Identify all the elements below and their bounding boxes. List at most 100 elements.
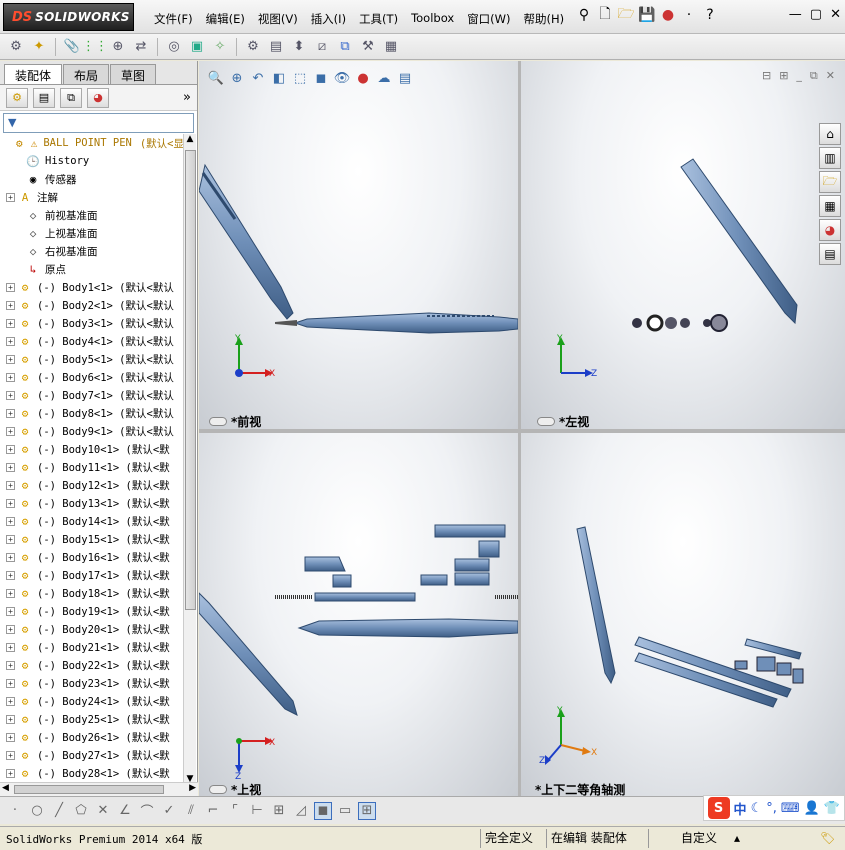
linear-pattern-icon[interactable]: ⋮⋮ — [82, 37, 108, 57]
tree-item-body[interactable]: + ⚙ (-) Body10<1> (默认<默 — [0, 440, 184, 458]
solidworks-logo[interactable]: DS SOLIDWORKS — [3, 3, 134, 31]
viewport-top[interactable]: X Z *上视 — [199, 433, 518, 796]
link-views-icon[interactable] — [209, 785, 227, 794]
tree-item-body[interactable]: + ⚙ (-) Body17<1> (默认<默 — [0, 566, 184, 584]
viewport-left[interactable]: ⊟ ⊞ _ ⧉ ✕ Y Z ⌂ ▥ 🗁 ▦ ◕ ▤ *左视 — [521, 61, 845, 429]
skin-icon[interactable]: 👕 — [824, 801, 840, 816]
punctuation-icon[interactable]: °, — [766, 801, 777, 816]
expand-icon[interactable]: + — [6, 732, 15, 742]
smart-dimension-icon[interactable]: ⌒ — [138, 802, 156, 820]
pin-icon[interactable]: ⚲ — [575, 5, 593, 25]
sketch-polygon-icon[interactable]: ⬠ — [72, 802, 90, 820]
graphics-area[interactable]: 🔍 ⊕ ↶ ◧ ⬚ ◼ 👁 ● ☁ ▤ Y X *前视 ⊟ ⊞ _ ⧉ ✕ Y … — [199, 61, 845, 796]
reference-geometry-icon[interactable]: ✧ — [210, 37, 230, 57]
expand-icon[interactable]: + — [6, 696, 15, 706]
expand-icon[interactable]: + — [6, 534, 15, 544]
scroll-thumb[interactable] — [185, 150, 196, 610]
tree-item-body[interactable]: + ⚙ (-) Body23<1> (默认<默 — [0, 674, 184, 692]
design-library-icon[interactable]: ▥ — [819, 147, 841, 169]
tree-item-body[interactable]: + ⚙ (-) Body22<1> (默认<默 — [0, 656, 184, 674]
unit-system[interactable]: 自定义 — [648, 829, 758, 848]
sketch-point-icon[interactable]: · — [6, 802, 24, 820]
viewport-splitter-horizontal[interactable] — [199, 429, 845, 433]
tree-item-body[interactable]: + ⚙ (-) Body5<1> (默认<默认 — [0, 350, 184, 368]
new-document-icon[interactable]: 🗋 — [596, 5, 614, 25]
tree-item-body[interactable]: + ⚙ (-) Body4<1> (默认<默认 — [0, 332, 184, 350]
tree-item-body[interactable]: + ⚙ (-) Body28<1> (默认<默 — [0, 764, 184, 782]
file-explorer-icon[interactable]: 🗁 — [819, 171, 841, 193]
keyboard-icon[interactable]: ⌨ — [781, 801, 800, 816]
interference-detection-icon[interactable]: ⧉ — [335, 37, 355, 57]
assembly-features-icon[interactable]: ▣ — [187, 37, 207, 57]
sketch-fillet-icon[interactable]: ⌜ — [226, 802, 244, 820]
corner-rectangle-icon[interactable]: ⌐ — [204, 802, 222, 820]
open-folder-icon[interactable]: 🗁 — [617, 5, 635, 25]
tree-item-body[interactable]: + ⚙ (-) Body18<1> (默认<默 — [0, 584, 184, 602]
expand-icon[interactable]: + — [6, 606, 15, 616]
menu-insert[interactable]: 插入(I) — [307, 9, 350, 29]
sketch-relation-icon[interactable]: ◿ — [292, 802, 310, 820]
clearance-verification-icon[interactable]: ⚒ — [358, 37, 378, 57]
custom-properties-icon[interactable]: ▤ — [819, 243, 841, 265]
tree-item-body[interactable]: + ⚙ (-) Body13<1> (默认<默 — [0, 494, 184, 512]
viewport-trimetric[interactable]: Y Z X *上下二等角轴测 — [521, 433, 845, 796]
expand-icon[interactable]: + — [6, 444, 15, 454]
link-views-icon[interactable] — [209, 417, 227, 426]
sketch-circle-icon[interactable]: ○ — [28, 802, 46, 820]
tree-item-origin[interactable]: ↳ 原点 — [0, 260, 184, 278]
configuration-manager-icon[interactable]: ⧉ — [60, 87, 82, 108]
bill-of-materials-icon[interactable]: ▤ — [266, 37, 286, 57]
four-viewport-icon[interactable]: ⊞ — [358, 801, 376, 820]
grid-icon[interactable]: ⊞ — [270, 802, 288, 820]
tree-item-body[interactable]: + ⚙ (-) Body14<1> (默认<默 — [0, 512, 184, 530]
tree-item-sensors[interactable]: ◉ 传感器 — [0, 170, 184, 188]
expand-icon[interactable]: + — [6, 426, 15, 436]
rebuild-traffic-light-icon[interactable]: ● — [659, 5, 677, 25]
tree-item-body[interactable]: + ⚙ (-) Body3<1> (默认<默认 — [0, 314, 184, 332]
show-hidden-icon[interactable]: ◎ — [164, 37, 184, 57]
tree-item-body[interactable]: + ⚙ (-) Body15<1> (默认<默 — [0, 530, 184, 548]
tab-assembly[interactable]: 装配体 — [4, 64, 63, 84]
tab-layout[interactable]: 布局 — [63, 64, 110, 84]
explode-line-sketch-icon[interactable]: ⧄ — [312, 37, 332, 57]
dimension-icon[interactable]: ⊢ — [248, 802, 266, 820]
new-motion-study-icon[interactable]: ⚙ — [243, 37, 263, 57]
display-manager-icon[interactable]: ◕ — [87, 87, 109, 108]
scroll-thumb[interactable] — [14, 785, 164, 794]
tree-item-body[interactable]: + ⚙ (-) Body2<1> (默认<默认 — [0, 296, 184, 314]
expand-icon[interactable]: + — [6, 354, 15, 364]
convert-entities-icon[interactable]: ⫽ — [182, 802, 200, 820]
expand-icon[interactable]: + — [6, 624, 15, 634]
exploded-view-icon[interactable]: ⬍ — [289, 37, 309, 57]
smart-fasteners-icon[interactable]: ⊕ — [108, 37, 128, 57]
tree-item-body[interactable]: + ⚙ (-) Body27<1> (默认<默 — [0, 746, 184, 764]
expand-icon[interactable]: + — [6, 480, 15, 490]
tree-item-body[interactable]: + ⚙ (-) Body25<1> (默认<默 — [0, 710, 184, 728]
menu-window[interactable]: 窗口(W) — [463, 9, 514, 29]
view-palette-icon[interactable]: ▦ — [819, 195, 841, 217]
sketch-angle-icon[interactable]: ∠ — [116, 802, 134, 820]
menu-view[interactable]: 视图(V) — [254, 9, 302, 29]
tree-root-assembly[interactable]: ⚙ ⚠ BALL POINT PEN (默认<显 — [0, 134, 184, 152]
menu-help[interactable]: 帮助(H) — [520, 9, 569, 29]
viewport-front[interactable]: 🔍 ⊕ ↶ ◧ ⬚ ◼ 👁 ● ☁ ▤ Y X *前视 — [199, 61, 518, 429]
link-views-icon[interactable] — [537, 417, 555, 426]
expand-icon[interactable]: + — [6, 282, 15, 292]
expand-icon[interactable]: + — [6, 768, 15, 778]
menu-edit[interactable]: 编辑(E) — [202, 9, 249, 29]
expand-icon[interactable]: + — [6, 588, 15, 598]
appearances-icon[interactable]: ◕ — [819, 219, 841, 241]
expand-icon[interactable]: + — [6, 462, 15, 472]
help-icon[interactable]: ? — [701, 5, 719, 25]
menu-toolbox[interactable]: Toolbox — [407, 9, 458, 29]
instant3d-icon[interactable]: ▦ — [381, 37, 401, 57]
tree-item-body[interactable]: + ⚙ (-) Body6<1> (默认<默认 — [0, 368, 184, 386]
expand-icon[interactable]: + — [6, 516, 15, 526]
expand-icon[interactable]: + — [6, 372, 15, 382]
tree-item-right-plane[interactable]: ◇ 右视基准面 — [0, 242, 184, 260]
tree-item-body[interactable]: + ⚙ (-) Body11<1> (默认<默 — [0, 458, 184, 476]
tree-horizontal-scrollbar[interactable]: ◀ ▶ — [0, 782, 198, 796]
property-manager-icon[interactable]: ▤ — [33, 87, 55, 108]
expand-icon[interactable]: + — [6, 714, 15, 724]
restore-icon[interactable]: ▢ — [810, 7, 822, 22]
